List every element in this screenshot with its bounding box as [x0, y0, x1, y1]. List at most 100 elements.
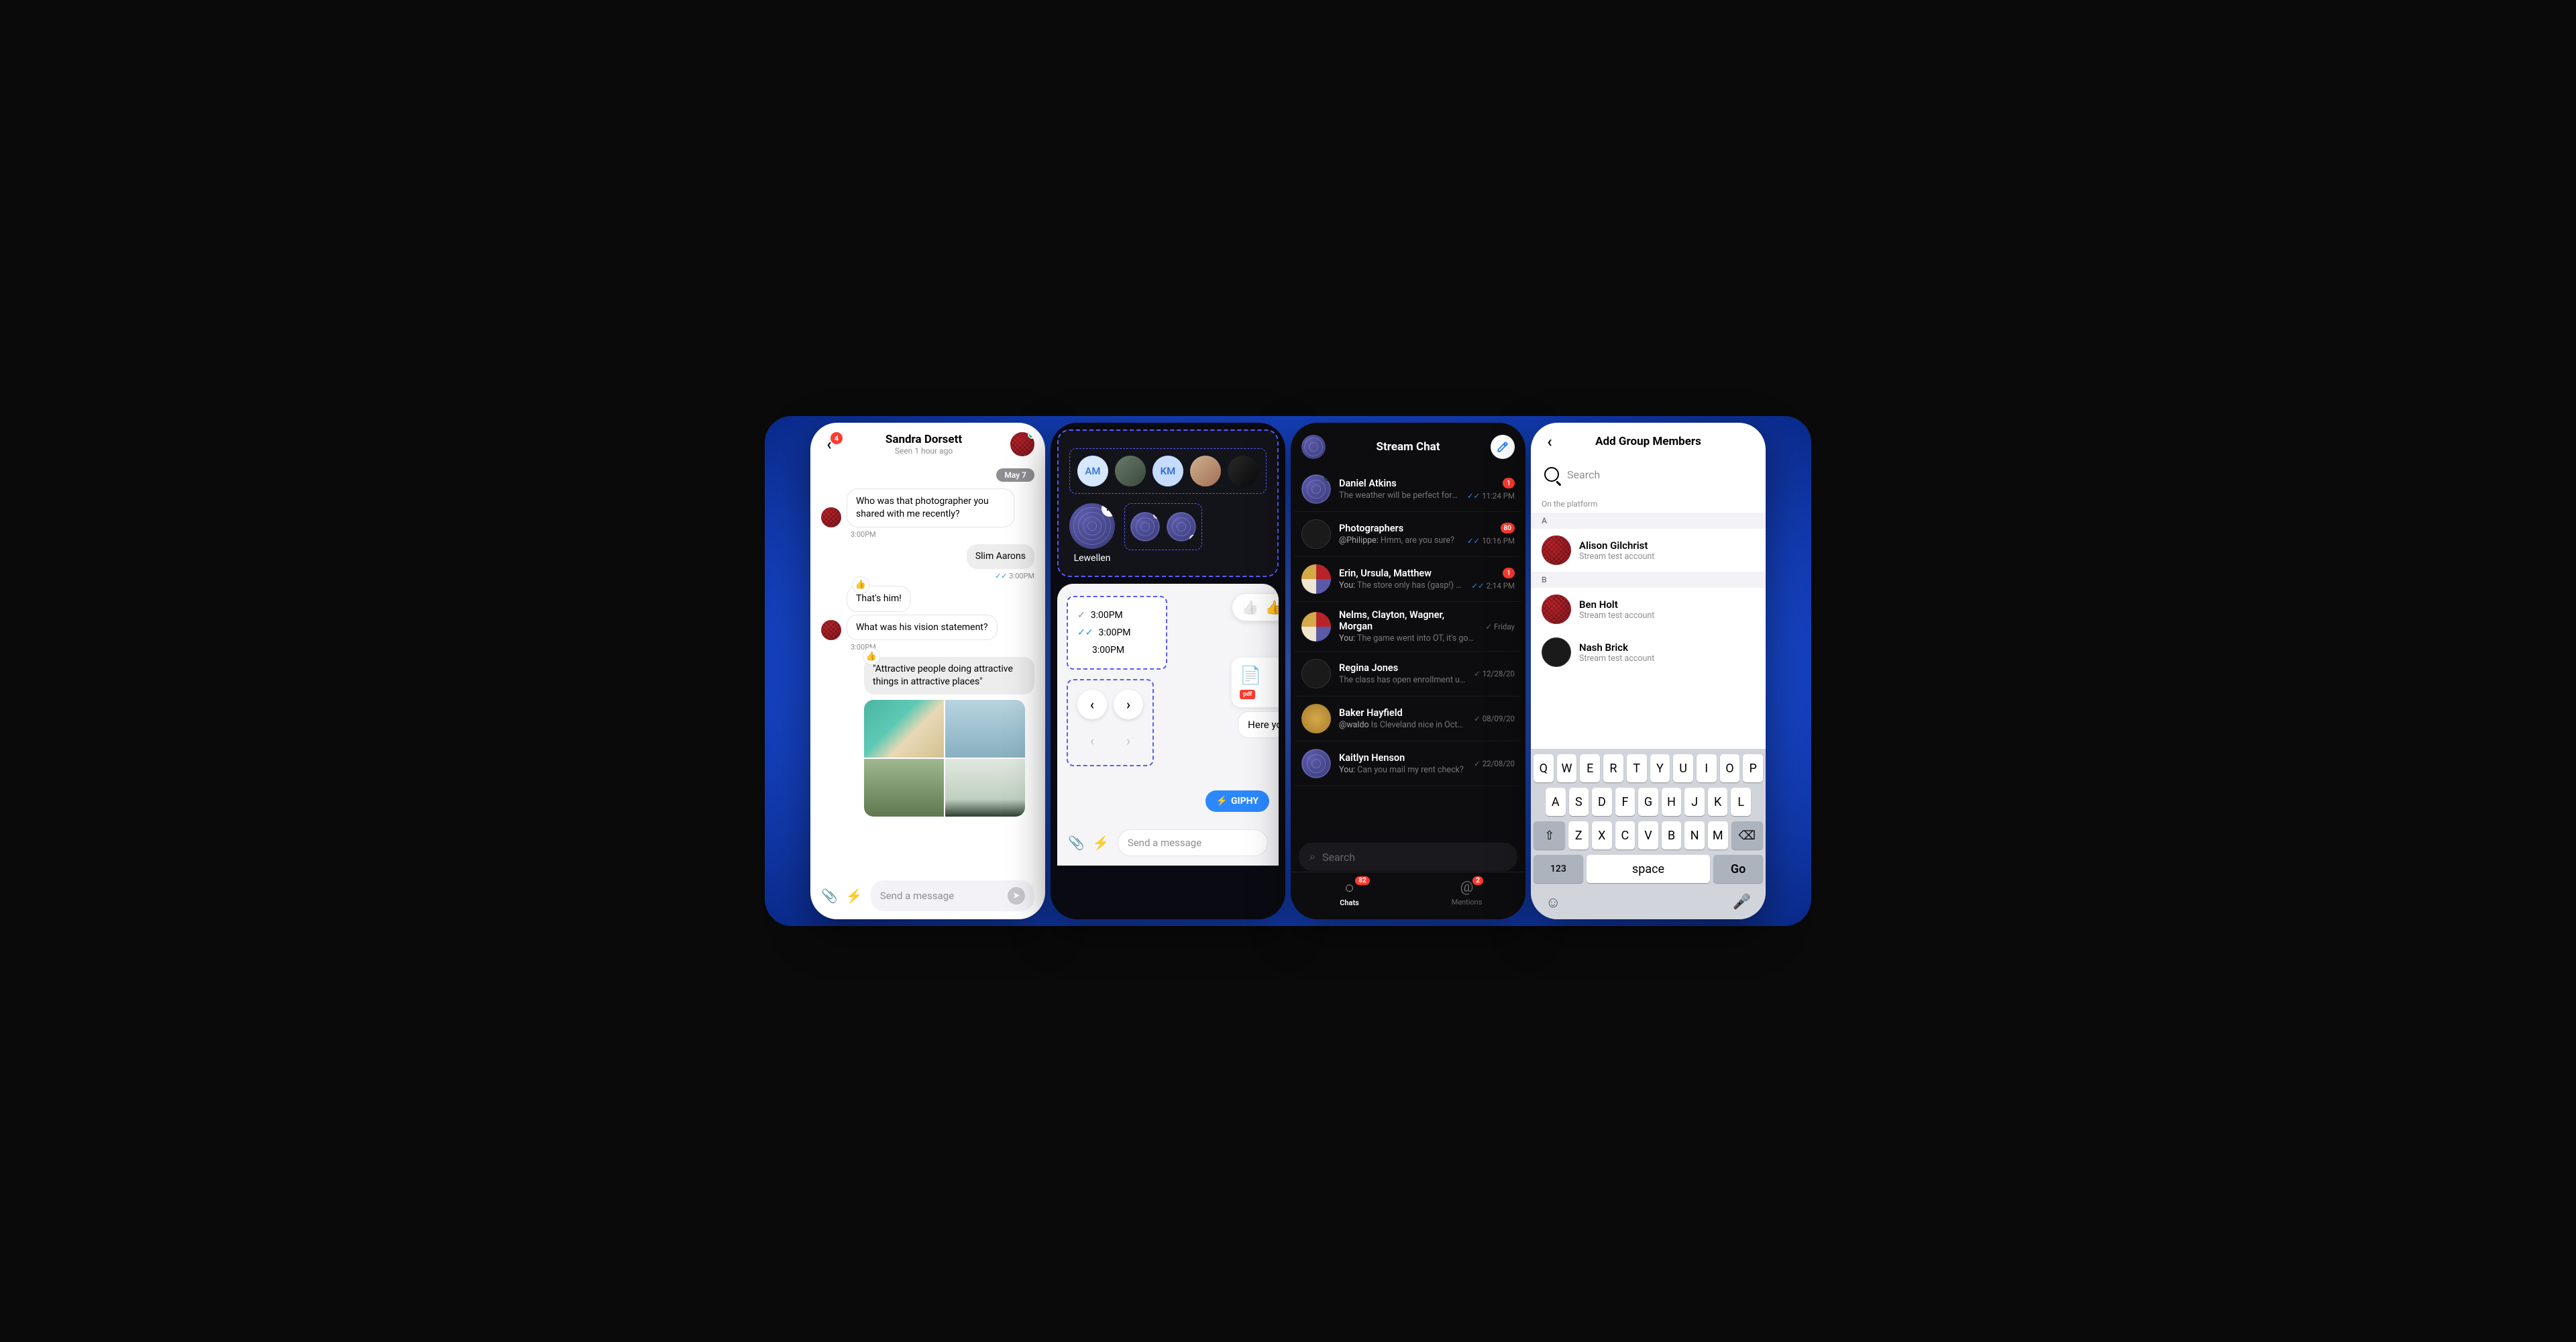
avatar-photo[interactable] [1228, 456, 1258, 486]
letter-key[interactable]: X [1592, 821, 1612, 849]
letter-key[interactable]: O [1720, 754, 1740, 782]
letter-key[interactable]: M [1708, 821, 1728, 849]
gallery-image[interactable] [945, 759, 1025, 817]
message-input[interactable]: Send a message [1118, 829, 1268, 856]
letter-key[interactable]: P [1743, 754, 1763, 782]
pdf-attachment[interactable]: 📄 pdf [1232, 658, 1279, 707]
at-icon: @ [1460, 879, 1474, 896]
letter-key[interactable]: J [1684, 788, 1705, 816]
letter-key[interactable]: Z [1568, 821, 1589, 849]
timestamp: ✓✓ 3:00PM [821, 572, 1034, 580]
letter-key[interactable]: L [1731, 788, 1751, 816]
gallery-image[interactable] [864, 759, 944, 817]
letter-key[interactable]: A [1546, 788, 1566, 816]
message-bubble[interactable]: "Attractive people doing attractive thin… [864, 657, 1034, 694]
numbers-key[interactable]: 123 [1534, 855, 1583, 883]
letter-key[interactable]: E [1580, 754, 1600, 782]
message-bubble[interactable]: Who was that photographer you shared wit… [847, 488, 1014, 527]
attach-icon[interactable]: 📎 [1068, 835, 1085, 851]
remove-icon[interactable]: ✕ [1102, 503, 1115, 517]
chat-time: ✓22/08/20 [1474, 759, 1515, 768]
lightning-icon[interactable]: ⚡ [846, 888, 863, 904]
letter-key[interactable]: D [1592, 788, 1612, 816]
search-placeholder: Search [1322, 851, 1355, 864]
send-button[interactable]: ➤ [1008, 887, 1025, 905]
chat-row[interactable]: Daniel Atkins The weather will be perfec… [1295, 467, 1521, 512]
chat-avatar [1301, 749, 1331, 778]
selected-user-chip[interactable]: ✕ Lewellen [1069, 503, 1115, 564]
attach-icon[interactable]: 📎 [821, 888, 838, 904]
image-gallery[interactable] [864, 700, 1025, 817]
chat-row[interactable]: Photographers @Philippe: Hmm, are you su… [1295, 512, 1521, 557]
thumbs-up-icon[interactable]: 👍 [1242, 599, 1258, 615]
chat-row[interactable]: Baker Hayfield @waldo Is Cleveland nice … [1295, 696, 1521, 741]
tab-mentions[interactable]: 2 @ Mentions [1408, 879, 1525, 907]
screen-header: ‹ Add Group Members [1531, 423, 1766, 458]
back-button[interactable]: ‹ 4 [821, 436, 837, 452]
member-row[interactable]: Alison GilchristStream test account [1531, 529, 1766, 572]
letter-key[interactable]: C [1615, 821, 1635, 849]
search-bar[interactable]: ⌕ Search [1299, 843, 1517, 871]
emoji-icon[interactable]: ☺ [1546, 894, 1560, 911]
arrow-right-button[interactable]: › [1114, 690, 1143, 719]
chat-row[interactable]: Erin, Ursula, Matthew You: The store onl… [1295, 557, 1521, 602]
shift-key[interactable]: ⇧ [1534, 821, 1565, 849]
letter-key[interactable]: T [1627, 754, 1647, 782]
search-field[interactable]: Search [1542, 462, 1755, 487]
profile-avatar[interactable] [1301, 435, 1326, 459]
message-bubble[interactable]: What was his vision statement? [847, 615, 998, 641]
avatar-initials[interactable]: KM [1152, 456, 1183, 486]
contact-name: Sandra Dorsett [844, 433, 1004, 446]
back-button[interactable]: ‹ [1542, 433, 1558, 450]
chat-preview: The weather will be perfect for the st… [1339, 491, 1459, 501]
message-bubble[interactable]: Slim Aarons [967, 544, 1034, 569]
timestamp: 3:00PM [851, 530, 1034, 539]
arrow-left-button[interactable]: ‹ [1077, 690, 1107, 719]
letter-key[interactable]: H [1662, 788, 1682, 816]
letter-key[interactable]: U [1673, 754, 1693, 782]
go-key[interactable]: Go [1713, 855, 1763, 883]
chat-row[interactable]: Regina Jones The class has open enrollme… [1295, 652, 1521, 696]
reaction-picker[interactable]: 👍 👍 [1232, 593, 1279, 621]
letter-key[interactable]: N [1684, 821, 1705, 849]
backspace-key[interactable]: ⌫ [1731, 821, 1763, 849]
letter-key[interactable]: K [1708, 788, 1728, 816]
chat-icon: ◌ [1345, 879, 1354, 896]
avatar-photo[interactable] [1115, 456, 1146, 486]
letter-key[interactable]: F [1615, 788, 1635, 816]
letter-key[interactable]: B [1662, 821, 1682, 849]
letter-key[interactable]: Q [1534, 754, 1554, 782]
mic-icon[interactable]: 🎤 [1733, 894, 1751, 911]
letter-key[interactable]: R [1603, 754, 1623, 782]
chat-row[interactable]: Kaitlyn Henson You: Can you mail my rent… [1295, 741, 1521, 786]
thumbs-up-icon[interactable]: 👍 [1265, 599, 1279, 615]
thumbs-up-reaction-icon[interactable]: 👍 [852, 576, 869, 594]
letter-key[interactable]: G [1638, 788, 1658, 816]
space-key[interactable]: space [1587, 855, 1710, 883]
search-placeholder: Search [1567, 468, 1600, 481]
tab-chats[interactable]: 82 ◌ Chats [1291, 879, 1408, 907]
letter-key[interactable]: Y [1650, 754, 1670, 782]
letter-key[interactable]: W [1557, 754, 1577, 782]
message-input[interactable]: Send a message ➤ [871, 880, 1034, 911]
member-row[interactable]: Nash BrickStream test account [1531, 631, 1766, 674]
gallery-image[interactable] [864, 700, 944, 758]
letter-key[interactable]: V [1638, 821, 1658, 849]
giphy-button[interactable]: ⚡GIPHY [1205, 790, 1269, 812]
contact-avatar[interactable] [1010, 432, 1034, 456]
chat-row[interactable]: Nelms, Clayton, Wagner, Morgan You: The … [1295, 602, 1521, 652]
double-check-icon: ✓✓ [1077, 627, 1093, 638]
unread-badge: 80 [1501, 523, 1515, 533]
avatar-photo[interactable] [1190, 456, 1221, 486]
member-row[interactable]: Ben HoltStream test account [1531, 588, 1766, 631]
gallery-image[interactable] [945, 700, 1025, 758]
read-receipt-icon: ✓ [1474, 669, 1481, 678]
member-name: Nash Brick [1579, 641, 1654, 654]
compose-button[interactable] [1491, 435, 1515, 459]
chat-name: Nelms, Clayton, Wagner, Morgan [1339, 609, 1477, 632]
lightning-icon[interactable]: ⚡ [1093, 835, 1110, 851]
letter-key[interactable]: S [1569, 788, 1589, 816]
avatar-initials[interactable]: AM [1077, 456, 1108, 486]
chat-preview: @waldo Is Cleveland nice in October? [1339, 720, 1466, 730]
letter-key[interactable]: I [1697, 754, 1717, 782]
